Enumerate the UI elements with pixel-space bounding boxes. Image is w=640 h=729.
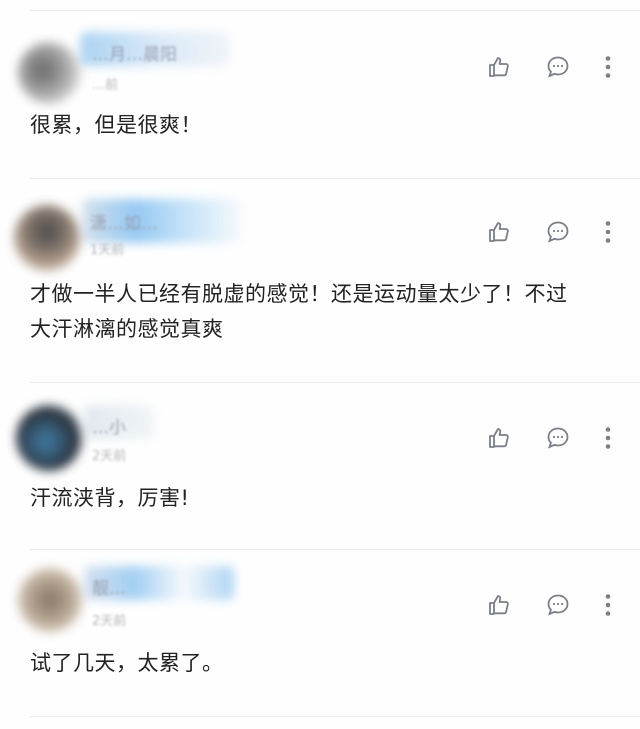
divider (30, 10, 640, 11)
comment-list: …月…晨阳 …前 很累，但是很爽！ 潇…如… 1天前 才做一半人已经有脱虚的感觉… (0, 0, 640, 729)
more-button[interactable] (596, 423, 620, 453)
more-vertical-icon (605, 221, 611, 243)
like-button[interactable] (484, 590, 514, 620)
thumbs-up-icon (489, 57, 509, 77)
comment-item: 潇…如… 1天前 才做一半人已经有脱虚的感觉！还是运动量太少了！不过 大汗淋漓的… (0, 179, 640, 382)
comment-item: …月…晨阳 …前 很累，但是很爽！ (0, 12, 640, 178)
reply-button[interactable] (543, 423, 573, 453)
username[interactable]: 靓… (92, 574, 126, 599)
thumbs-up-icon (489, 595, 509, 615)
comment-bubble-icon (547, 427, 569, 449)
more-button[interactable] (596, 52, 620, 82)
avatar[interactable] (18, 42, 80, 104)
comment-text: 试了几天，太累了。 (30, 651, 224, 675)
comment-text-line-2: 大汗淋漓的感觉真爽 (30, 317, 224, 341)
username[interactable]: 潇…如… (90, 209, 158, 234)
like-button[interactable] (484, 423, 514, 453)
reply-button[interactable] (543, 217, 573, 247)
comment-item: 靓… 2天前 试了几天，太累了。 (0, 550, 640, 716)
comment-item: …小 2天前 汗流浃背，厉害! (0, 383, 640, 549)
more-button[interactable] (596, 590, 620, 620)
thumbs-up-icon (489, 428, 509, 448)
divider (30, 716, 640, 717)
reply-button[interactable] (543, 52, 573, 82)
username[interactable]: …月…晨阳 (92, 40, 177, 65)
more-vertical-icon (605, 56, 611, 78)
like-button[interactable] (484, 217, 514, 247)
comment-text: 汗流浃背，厉害! (30, 486, 190, 510)
timestamp: 2天前 (92, 614, 127, 629)
thumbs-up-icon (489, 222, 509, 242)
comment-text-line-1: 才做一半人已经有脱虚的感觉！还是运动量太少了！不过 (30, 282, 568, 306)
avatar[interactable] (14, 205, 80, 271)
avatar[interactable] (16, 405, 82, 471)
like-button[interactable] (484, 52, 514, 82)
timestamp: 1天前 (90, 243, 125, 258)
reply-button[interactable] (543, 590, 573, 620)
comment-bubble-icon (547, 56, 569, 78)
more-vertical-icon (605, 594, 611, 616)
timestamp: 2天前 (92, 449, 127, 464)
more-vertical-icon (605, 427, 611, 449)
timestamp: …前 (92, 78, 119, 93)
avatar[interactable] (18, 568, 82, 632)
more-button[interactable] (596, 217, 620, 247)
username[interactable]: …小 (92, 413, 126, 438)
comment-bubble-icon (547, 594, 569, 616)
comment-text: 很累，但是很爽！ (30, 113, 202, 137)
comment-bubble-icon (547, 221, 569, 243)
